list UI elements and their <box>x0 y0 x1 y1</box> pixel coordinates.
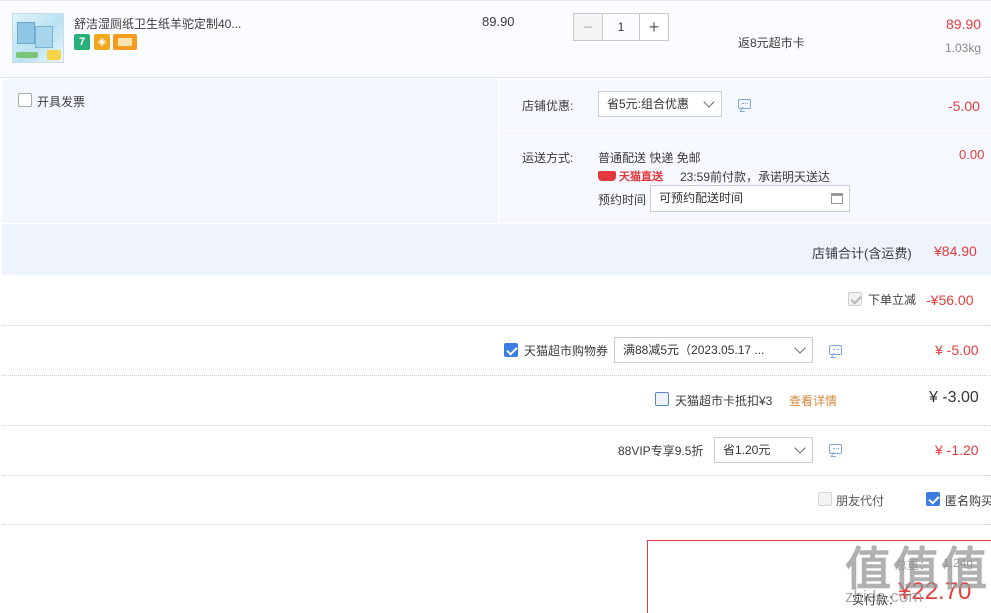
card-details-link[interactable]: 查看详情 <box>789 392 837 409</box>
instant-discount-row <box>2 276 991 326</box>
quantity-input[interactable]: 1 <box>603 13 639 41</box>
tmall-direct-badge: 天猫直送 <box>598 168 663 183</box>
instant-discount-checkbox <box>848 292 862 306</box>
tmall-cart-icon <box>598 171 616 181</box>
vip-amount: ¥ -1.20 <box>935 442 979 458</box>
card-label: 天猫超市卡抵扣¥3 <box>675 394 773 408</box>
shop-discount-amount: -5.00 <box>948 98 980 114</box>
shipping-amount: 0.00 <box>959 147 985 162</box>
product-thumbnail[interactable] <box>12 13 64 63</box>
instant-discount-label: 下单立减 <box>868 293 917 307</box>
watermark-url: zhide.com <box>845 587 923 606</box>
vip-value: 省1.20元 <box>723 443 771 457</box>
chat-icon[interactable] <box>829 345 842 355</box>
seven-day-return-icon: 7 <box>74 34 90 50</box>
shop-total-label: 店铺合计(含运费) <box>812 246 912 261</box>
anonymous-label[interactable]: 匿名购买 <box>945 492 991 509</box>
rebate-text: 返8元超市卡 <box>738 36 805 50</box>
chevron-down-icon <box>794 342 806 354</box>
quantity-increase-button[interactable]: + <box>639 13 669 41</box>
vip-label: 88VIP专享9.5折 <box>618 444 704 458</box>
shield-icon: ◈ <box>94 34 110 50</box>
product-title[interactable]: 舒洁湿厕纸卫生纸羊驼定制40... <box>74 15 241 32</box>
chevron-down-icon <box>703 96 715 108</box>
coupon-amount: ¥ -5.00 <box>935 342 979 358</box>
delivery-promise: 23:59前付款，承诺明天送达 <box>680 170 831 184</box>
chevron-down-icon <box>794 442 806 454</box>
chat-icon[interactable] <box>738 99 751 109</box>
card-icon <box>113 34 137 50</box>
shop-discount-label: 店铺优惠: <box>522 99 574 113</box>
coupon-value: 满88减5元（2023.05.17 ... <box>623 343 765 357</box>
instant-discount-amount: -¥56.00 <box>926 292 974 308</box>
card-checkbox[interactable] <box>655 392 669 406</box>
friend-pay-checkbox <box>818 492 832 506</box>
divider <box>498 130 991 131</box>
chat-icon[interactable] <box>829 444 842 454</box>
shop-discount-value: 省5元:组合优惠 <box>607 97 690 111</box>
shop-discount-select[interactable]: 省5元:组合优惠 <box>598 91 722 117</box>
quantity-stepper: − 1 + <box>573 13 669 41</box>
cart-item-row: 舒洁湿厕纸卫生纸羊驼定制40... 7 ◈ 89.90 − 1 + 返8元超市卡… <box>0 0 991 78</box>
appointment-label: 预约时间 <box>598 193 647 207</box>
appointment-placeholder: 可预约配送时间 <box>659 191 744 205</box>
anonymous-checkbox[interactable] <box>926 492 940 506</box>
appointment-input[interactable]: 可预约配送时间 <box>650 185 850 212</box>
vip-row <box>2 426 991 476</box>
coupon-checkbox[interactable] <box>504 343 518 357</box>
vip-select[interactable]: 省1.20元 <box>714 437 813 463</box>
quantity-decrease-button[interactable]: − <box>573 13 603 41</box>
tmall-direct-label: 天猫直送 <box>619 171 663 183</box>
coupon-label: 天猫超市购物券 <box>524 344 609 358</box>
coupon-select[interactable]: 满88减5元（2023.05.17 ... <box>614 337 813 363</box>
shipping-method: 普通配送 快递 免邮 <box>598 151 701 165</box>
line-price: 89.90 <box>946 16 982 32</box>
shop-total-amount: ¥84.90 <box>934 243 977 259</box>
card-amount: ¥ -3.00 <box>929 389 979 406</box>
card-row <box>2 376 991 426</box>
invoice-label[interactable]: 开具发票 <box>37 93 85 110</box>
calendar-icon[interactable] <box>831 193 843 204</box>
coupon-row <box>2 326 991 376</box>
item-weight: 1.03kg <box>945 41 982 55</box>
invoice-checkbox[interactable] <box>18 93 32 107</box>
shipping-label: 运送方式: <box>522 151 574 165</box>
friend-pay-label: 朋友代付 <box>836 494 885 508</box>
unit-price: 89.90 <box>482 14 515 29</box>
